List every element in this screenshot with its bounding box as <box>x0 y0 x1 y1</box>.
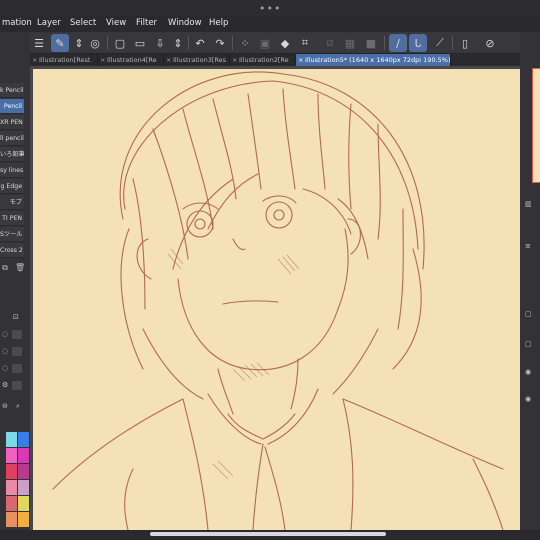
opacity-slider[interactable] <box>12 347 22 356</box>
command-bar: ☰ ✎ ⇕ ◎ ▢ ▭ ⇩ ⇕ ↶ ↷ ⁘ ▣ ◆ ⌗ ⧄ ▦ ■ ∕ ᒐ ⟋ … <box>0 32 540 54</box>
close-icon[interactable]: × <box>232 54 237 66</box>
mask-icon[interactable]: ■ <box>362 34 380 52</box>
opacity-icon: ◌ <box>2 347 9 355</box>
brush-item[interactable]: ll pencil <box>0 131 24 146</box>
brush-item[interactable]: TI PEN <box>0 211 24 226</box>
device-icon[interactable]: ▯ <box>456 34 474 52</box>
menu-view[interactable]: View <box>106 18 126 28</box>
canvas-paper[interactable] <box>33 69 520 530</box>
close-icon[interactable]: × <box>100 54 105 66</box>
stabilizer-icon[interactable]: ∕ <box>389 34 407 52</box>
color-swatch[interactable] <box>18 448 29 463</box>
brush-item[interactable]: Cross 2 <box>0 243 24 258</box>
menu-bar: mation Layer Select View Filter Window H… <box>0 16 540 32</box>
stepper-icon[interactable]: ⇕ <box>169 34 187 52</box>
menu-filter[interactable]: Filter <box>136 18 157 28</box>
stabilization-slider[interactable] <box>12 364 22 373</box>
redo-icon[interactable]: ↷ <box>211 34 229 52</box>
layer-icon[interactable]: ▢ <box>525 310 532 318</box>
color-swatch[interactable] <box>18 432 29 447</box>
window-top-strip: ••• <box>0 0 540 16</box>
brush-item[interactable]: sy lines <box>0 163 24 178</box>
brush-item-selected[interactable]: Pencil <box>0 99 24 114</box>
sketch-drawing <box>52 71 504 530</box>
app-window: ••• mation Layer Select View Filter Wind… <box>0 0 540 540</box>
selection-icon[interactable]: ⁘ <box>236 34 254 52</box>
size-icon: ◌ <box>2 330 9 338</box>
visibility-icon[interactable]: ◉ <box>525 395 531 403</box>
palette-settings-icon[interactable]: ⊖ <box>2 402 11 411</box>
close-icon[interactable]: × <box>166 54 171 66</box>
ruler-icon[interactable]: ⧄ <box>321 34 339 52</box>
canvas-area[interactable] <box>30 66 520 530</box>
color-swatch[interactable] <box>18 480 29 495</box>
color-swatch[interactable] <box>6 512 17 527</box>
clear-icon[interactable]: ▣ <box>256 34 274 52</box>
panel-icon[interactable]: ≡ <box>525 242 531 250</box>
home-indicator[interactable] <box>150 532 386 536</box>
brush-item[interactable]: いろ鉛筆 <box>0 147 24 162</box>
menu-icon[interactable]: ☰ <box>30 34 48 52</box>
color-swatch[interactable] <box>18 496 29 511</box>
tab-illustration3[interactable]: × Illustration3[Res <box>164 54 230 66</box>
navigator-thumbnail[interactable] <box>532 68 540 183</box>
pen-tool-icon[interactable]: ✎ <box>51 34 69 52</box>
menu-window[interactable]: Window <box>168 18 202 28</box>
color-swatch[interactable] <box>6 448 17 463</box>
panel-icon[interactable]: ▥ <box>525 200 532 208</box>
new-canvas-icon[interactable]: ▢ <box>111 34 129 52</box>
close-icon[interactable]: × <box>298 54 303 66</box>
tab-illustration2[interactable]: × Illustration2[Re <box>230 54 296 66</box>
crop-icon[interactable]: ▦ <box>341 34 359 52</box>
save-icon[interactable]: ⇩ <box>151 34 169 52</box>
copy-icon[interactable]: ⧉ <box>0 263 10 273</box>
document-tab-bar: × Illustration[Rest × Illustration4[Re × Il… <box>30 54 540 66</box>
tab-illustration4[interactable]: × Illustration4[Re <box>98 54 164 66</box>
brush-size-icon[interactable]: ⟋ <box>431 34 449 52</box>
color-swatch[interactable] <box>6 496 17 511</box>
open-file-icon[interactable]: ▭ <box>131 34 149 52</box>
settings-icon[interactable]: ⊘ <box>481 34 499 52</box>
trash-icon[interactable]: 🗑 <box>15 263 25 273</box>
brush-item[interactable]: XR PEN <box>0 115 24 130</box>
menu-select[interactable]: Select <box>70 18 96 28</box>
stabilization-icon: ◌ <box>2 364 9 372</box>
color-swatch[interactable] <box>6 432 17 447</box>
undo-icon[interactable]: ↶ <box>191 34 209 52</box>
brush-curve-icon[interactable]: ᒐ <box>409 34 427 52</box>
navigator-frame <box>532 68 540 183</box>
tab-illustration5[interactable]: × Illustration5* (1640 x 1640px 72dpi 190… <box>296 54 451 66</box>
tab-illustration[interactable]: × Illustration[Rest <box>30 54 98 66</box>
view-icon[interactable]: ◎ <box>86 34 104 52</box>
transform-icon[interactable]: ⌗ <box>296 34 314 52</box>
fill-icon[interactable]: ◆ <box>276 34 294 52</box>
brush-size-slider[interactable] <box>12 330 22 339</box>
brush-item[interactable]: k Pencil <box>0 83 24 98</box>
more-options-icon[interactable]: ••• <box>259 2 281 15</box>
color-swatch[interactable] <box>6 480 17 495</box>
color-swatch[interactable] <box>18 464 29 479</box>
color-swatch[interactable] <box>18 512 29 527</box>
setting-slider[interactable] <box>12 381 22 390</box>
close-icon[interactable]: × <box>32 54 37 66</box>
menu-help[interactable]: Help <box>209 18 228 28</box>
menu-layer[interactable]: Layer <box>37 18 61 28</box>
color-swatch[interactable] <box>6 464 17 479</box>
brush-item[interactable]: モブ <box>0 195 24 210</box>
lock-icon[interactable]: ⊡ <box>13 313 22 322</box>
search-icon[interactable]: ⌕ <box>16 402 25 411</box>
menu-animation[interactable]: mation <box>2 18 32 28</box>
settings-icon[interactable]: ⚙ <box>2 381 11 390</box>
layer-icon[interactable]: ▢ <box>525 340 532 348</box>
brush-item[interactable]: Sツール <box>0 227 24 242</box>
visibility-icon[interactable]: ◉ <box>525 368 531 376</box>
brush-item[interactable]: g Edge <box>0 179 24 194</box>
